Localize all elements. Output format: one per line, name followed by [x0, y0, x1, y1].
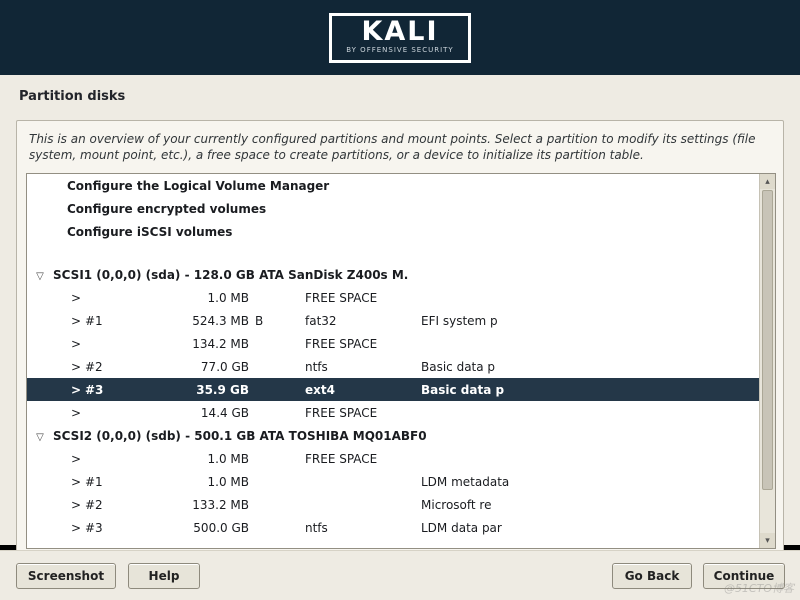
sda-row-3[interactable]: >#277.0 GBntfsBasic data p	[27, 355, 760, 378]
sdb-row-3[interactable]: >#3500.0 GBntfsLDM data par	[27, 516, 760, 539]
watermark: @51CTO博客	[724, 580, 794, 596]
sdb-row-0[interactable]: >1.0 MBFREE SPACE	[27, 447, 760, 470]
scroll-down-icon[interactable]: ▾	[760, 533, 775, 548]
logo-tagline: BY OFFENSIVE SECURITY	[346, 46, 453, 54]
sdb-row-1[interactable]: >#11.0 MBLDM metadata	[27, 470, 760, 493]
disk-sda-header[interactable]: SCSI1 (0,0,0) (sda) - 128.0 GB ATA SanDi…	[27, 263, 760, 286]
config-iscsi-item[interactable]: Configure iSCSI volumes	[27, 220, 760, 243]
sdb-row-2[interactable]: >#2133.2 MBMicrosoft re	[27, 493, 760, 516]
page-title: Partition disks	[19, 89, 125, 104]
sda-row-1[interactable]: >#1524.3 MBBfat32EFI system p	[27, 309, 760, 332]
disk-sdb-header[interactable]: SCSI2 (0,0,0) (sdb) - 500.1 GB ATA TOSHI…	[27, 424, 760, 447]
footer-bar: Screenshot Help Go Back Continue @51CTO博…	[0, 550, 800, 600]
config-encrypted-item[interactable]: Configure encrypted volumes	[27, 197, 760, 220]
scrollbar-thumb[interactable]	[762, 190, 773, 490]
scrollbar[interactable]: ▴ ▾	[759, 174, 775, 548]
sda-row-2[interactable]: >134.2 MBFREE SPACE	[27, 332, 760, 355]
kali-logo: KALI BY OFFENSIVE SECURITY	[329, 13, 470, 63]
description-text: This is an overview of your currently co…	[17, 121, 783, 171]
sda-row-4-selected[interactable]: >#335.9 GBext4Basic data p	[27, 378, 760, 401]
chevron-down-icon	[27, 268, 53, 282]
sda-row-5[interactable]: >14.4 GBFREE SPACE	[27, 401, 760, 424]
go-back-button[interactable]: Go Back	[612, 563, 692, 589]
scroll-up-icon[interactable]: ▴	[760, 174, 775, 189]
partition-list-inner: Configure the Logical Volume Manager Con…	[27, 174, 760, 548]
config-lvm-item[interactable]: Configure the Logical Volume Manager	[27, 174, 760, 197]
logo-text: KALI	[346, 18, 453, 45]
sda-row-0[interactable]: >1.0 MBFREE SPACE	[27, 286, 760, 309]
partition-list: Configure the Logical Volume Manager Con…	[26, 173, 776, 549]
screenshot-button[interactable]: Screenshot	[16, 563, 116, 589]
blank-row	[27, 243, 760, 263]
chevron-down-icon	[27, 429, 53, 443]
content-area: Partition disks This is an overview of y…	[0, 75, 800, 545]
header-banner: KALI BY OFFENSIVE SECURITY	[0, 0, 800, 75]
main-panel: This is an overview of your currently co…	[16, 120, 784, 600]
help-button[interactable]: Help	[128, 563, 200, 589]
